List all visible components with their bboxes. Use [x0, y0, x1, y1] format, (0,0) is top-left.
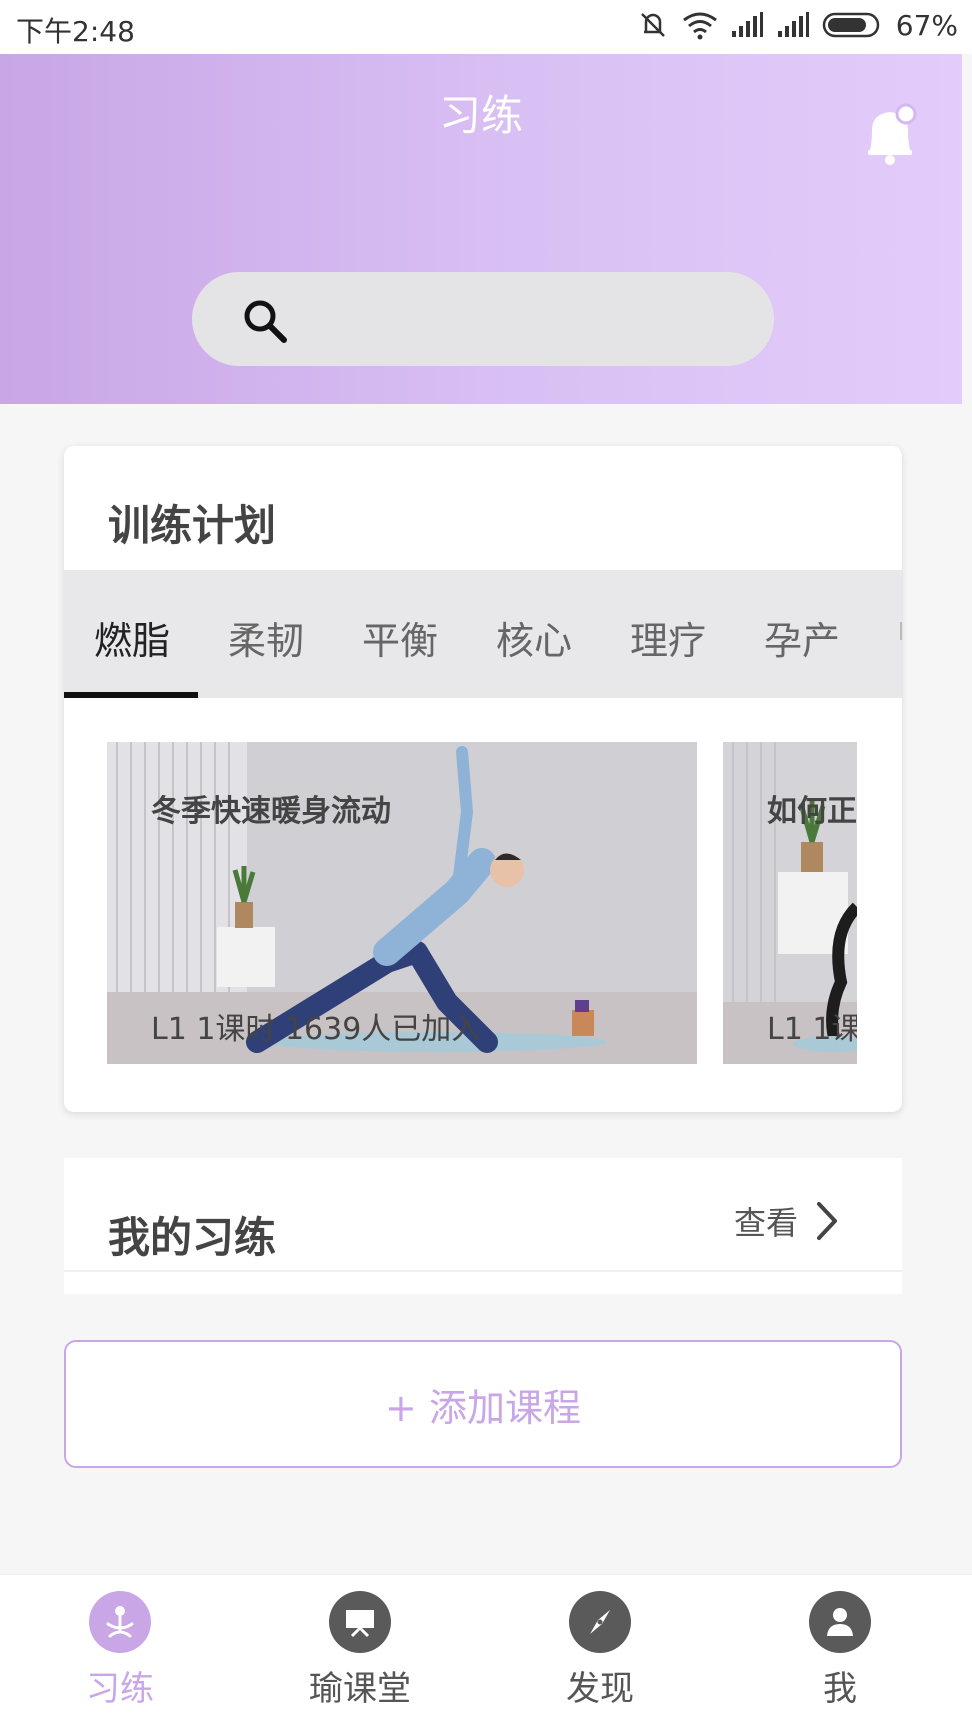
nav-item-classroom[interactable]: 瑜课堂	[290, 1591, 430, 1710]
nav-icon-wrapper	[329, 1591, 391, 1653]
notification-bell-icon[interactable]	[860, 98, 920, 168]
tab-balance[interactable]: 平衡	[362, 610, 438, 665]
view-my-practice-link[interactable]: 查看	[734, 1198, 840, 1244]
nav-icon-wrapper	[809, 1591, 871, 1653]
course-meta: L1 1课	[767, 1012, 857, 1047]
view-label: 查看	[734, 1204, 799, 1242]
training-plan-title: 训练计划	[108, 501, 277, 550]
divider	[64, 1270, 902, 1272]
signal-icon	[731, 12, 763, 37]
category-tabs: 燃脂 柔韧 平衡 核心 理疗 孕产	[64, 570, 902, 698]
course-meta: L1 1课时 1639人已加入	[151, 1012, 482, 1047]
page-title: 习练	[438, 91, 523, 140]
search-icon	[244, 300, 287, 343]
battery-percentage: 67%	[895, 8, 958, 42]
classroom-icon	[346, 1610, 374, 1638]
status-icons: 67%	[636, 8, 958, 42]
status-bar: 下午2:48 67%	[0, 0, 972, 54]
battery-icon	[822, 12, 880, 38]
nav-item-discover[interactable]: 发现	[530, 1591, 670, 1710]
active-tab-indicator	[64, 692, 198, 698]
tab-burn-fat[interactable]: 燃脂	[94, 610, 170, 665]
search-bar[interactable]	[192, 272, 774, 366]
mute-icon	[640, 13, 665, 37]
tab-core[interactable]: 核心	[496, 610, 572, 665]
my-practice-title: 我的习练	[108, 1213, 277, 1262]
status-time: 下午2:48	[16, 15, 135, 48]
my-practice-section: 我的习练 查看	[64, 1158, 902, 1294]
course-title: 冬季快速暖身流动	[151, 794, 391, 829]
nav-item-me[interactable]: 我	[770, 1591, 910, 1710]
nav-item-practice[interactable]: 习练	[50, 1591, 190, 1710]
nav-label: 习练	[86, 1669, 154, 1709]
header: 习练	[0, 54, 962, 404]
training-plan-card: 训练计划 燃脂 柔韧 平衡 核心 理疗 孕产 冬季快速暖身流动 L1 1课时 1…	[64, 446, 902, 1112]
tab-flexibility[interactable]: 柔韧	[228, 610, 304, 665]
yoga-icon	[106, 1606, 134, 1638]
wifi-icon	[682, 12, 717, 40]
add-course-button[interactable]: + 添加课程	[64, 1340, 902, 1468]
bottom-nav: 习练 瑜课堂 发现 我	[0, 1574, 972, 1729]
user-icon	[827, 1608, 853, 1636]
nav-label: 发现	[566, 1669, 634, 1709]
course-card[interactable]: 冬季快速暖身流动 L1 1课时 1639人已加入	[107, 742, 697, 1064]
nav-label: 瑜课堂	[309, 1669, 411, 1709]
chevron-right-icon	[817, 1202, 838, 1240]
nav-icon-wrapper	[89, 1591, 151, 1653]
course-title: 如何正	[767, 794, 857, 829]
nav-icon-wrapper	[569, 1591, 631, 1653]
tab-pregnancy[interactable]: 孕产	[764, 610, 840, 665]
tab-overflow-indicator	[900, 622, 902, 640]
tab-therapy[interactable]: 理疗	[630, 610, 706, 665]
search-input[interactable]	[302, 292, 746, 348]
add-course-label: + 添加课程	[385, 1385, 581, 1430]
nav-label: 我	[823, 1669, 857, 1709]
course-card[interactable]: 如何正 L1 1课	[723, 742, 857, 1064]
signal-icon	[777, 12, 809, 37]
compass-icon	[590, 1610, 610, 1634]
